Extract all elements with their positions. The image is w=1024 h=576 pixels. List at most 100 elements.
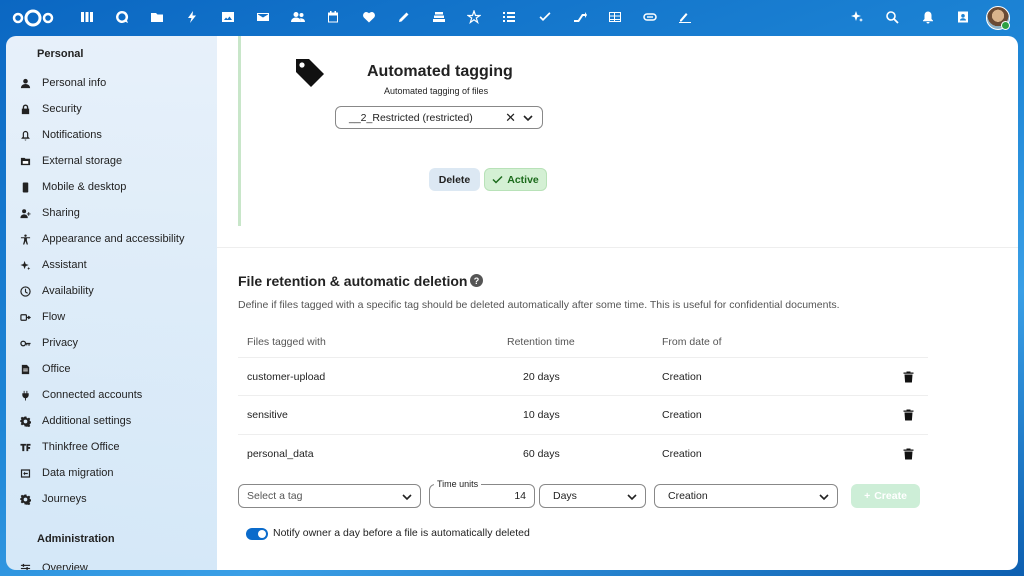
clear-icon[interactable]: ✕ (505, 110, 516, 126)
sidebar-item-label: Assistant (42, 259, 87, 271)
sidebar-item-label: Availability (42, 285, 94, 297)
contacts-icon[interactable] (290, 9, 306, 25)
storage-icon (18, 154, 32, 168)
from-date-select[interactable]: Creation (654, 484, 838, 508)
plus-icon: + (864, 490, 871, 502)
from-date-value: Creation (668, 490, 708, 502)
section-divider (217, 247, 1018, 248)
sidebar-item-label: Flow (42, 311, 66, 323)
photos-icon[interactable] (220, 9, 236, 25)
sidebar-item-assistant[interactable]: Assistant (12, 254, 212, 276)
sidebar-item-notifications[interactable]: Notifications (12, 124, 212, 146)
tables-icon[interactable] (607, 9, 623, 25)
row-tag: sensitive (247, 409, 288, 421)
top-header (0, 0, 1024, 36)
search-icon[interactable] (884, 9, 900, 25)
delete-button[interactable]: Delete (429, 168, 480, 191)
sidebar-item-data-migration[interactable]: Data migration (12, 462, 212, 484)
sidebar-item-security[interactable]: Security (12, 98, 212, 120)
create-label: Create (874, 490, 907, 502)
chevron-down-icon (627, 494, 637, 501)
news-icon[interactable] (466, 9, 482, 25)
sidebar-item-overview[interactable]: Overview (12, 557, 212, 570)
deck-icon[interactable] (431, 9, 447, 25)
gear-icon (18, 492, 32, 506)
trash-icon[interactable] (903, 409, 914, 421)
notify-label: Notify owner a day before a file is auto… (273, 527, 530, 539)
sidebar-item-label: Personal info (42, 77, 107, 89)
notifications-icon[interactable] (920, 9, 936, 25)
contacts-menu-icon[interactable] (955, 9, 971, 25)
active-label: Active (507, 173, 539, 186)
table-row: customer-upload 20 days Creation (238, 357, 928, 395)
automated-tagging-subtitle: Automated tagging of files (384, 86, 489, 96)
bell-icon (18, 128, 32, 142)
calendar-icon[interactable] (325, 9, 341, 25)
tag-select[interactable]: __2_Restricted (restricted) ✕ (335, 106, 543, 129)
sidebar-item-office[interactable]: Office (12, 358, 212, 380)
flow-icon[interactable] (572, 9, 588, 25)
sidebar-item-sharing[interactable]: Sharing (12, 202, 212, 224)
files-icon[interactable] (149, 9, 165, 25)
office-icon (18, 362, 32, 376)
key-icon (18, 336, 32, 350)
retention-title: File retention & automatic deletion (238, 273, 468, 289)
sidebar-item-label: Thinkfree Office (42, 441, 120, 453)
table-row: personal_data 60 days Creation (238, 434, 928, 472)
assistant-icon[interactable] (849, 9, 865, 25)
chevron-down-icon[interactable] (523, 113, 533, 123)
tag-select-input[interactable]: Select a tag (238, 484, 421, 508)
trash-icon[interactable] (903, 448, 914, 460)
column-header-retention: Retention time (507, 336, 575, 348)
help-icon[interactable]: ? (470, 274, 483, 287)
time-units-value: 14 (514, 490, 526, 502)
thinkfree-icon (18, 440, 32, 454)
tag-icon[interactable] (642, 9, 658, 25)
sparkle-icon (18, 258, 32, 272)
active-button[interactable]: Active (484, 168, 547, 191)
create-button[interactable]: + Create (851, 484, 920, 508)
dashboard-icon[interactable] (79, 9, 95, 25)
sidebar-item-label: Connected accounts (42, 389, 143, 401)
talk-icon[interactable] (114, 9, 130, 25)
notes-icon[interactable] (396, 9, 412, 25)
row-from: Creation (662, 448, 702, 460)
accessibility-icon (18, 232, 32, 246)
migration-icon (18, 466, 32, 480)
tasks-icon[interactable] (501, 9, 517, 25)
sidebar-item-flow[interactable]: Flow (12, 306, 212, 328)
sidebar-item-thinkfree-office[interactable]: Thinkfree Office (12, 436, 212, 458)
automated-tagging-rule: Automated tagging Automated tagging of f… (238, 36, 998, 226)
sidebar-item-label: Data migration (42, 467, 114, 479)
sidebar-item-personal-info[interactable]: Personal info (12, 72, 212, 94)
sidebar-item-connected-accounts[interactable]: Connected accounts (12, 384, 212, 406)
share-icon (18, 206, 32, 220)
sidebar-item-label: Mobile & desktop (42, 181, 127, 193)
trash-icon[interactable] (903, 371, 914, 383)
row-from: Creation (662, 371, 702, 383)
unit-select[interactable]: Days (539, 484, 646, 508)
mail-icon[interactable] (255, 9, 271, 25)
user-icon (18, 76, 32, 90)
sidebar-item-appearance[interactable]: Appearance and accessibility (12, 228, 212, 250)
notify-toggle[interactable] (246, 528, 268, 540)
sidebar-item-label: Notifications (42, 129, 102, 141)
signature-icon[interactable] (677, 9, 693, 25)
sidebar-item-additional-settings[interactable]: Additional settings (12, 410, 212, 432)
sidebar-item-mobile-desktop[interactable]: Mobile & desktop (12, 176, 212, 198)
row-time: 60 days (523, 448, 560, 460)
lock-icon (18, 102, 32, 116)
activity-icon[interactable] (184, 9, 200, 25)
checklist-icon[interactable] (537, 9, 553, 25)
sidebar-item-journeys[interactable]: Journeys (12, 488, 212, 510)
sidebar-item-privacy[interactable]: Privacy (12, 332, 212, 354)
sidebar-item-label: Additional settings (42, 415, 132, 427)
nextcloud-logo[interactable] (12, 8, 54, 28)
sidebar-item-label: Office (42, 363, 71, 375)
sidebar-item-external-storage[interactable]: External storage (12, 150, 212, 172)
sidebar-item-availability[interactable]: Availability (12, 280, 212, 302)
chevron-down-icon (819, 494, 829, 501)
check-icon (492, 175, 503, 184)
favorites-icon[interactable] (361, 9, 377, 25)
time-units-label: Time units (434, 479, 482, 489)
